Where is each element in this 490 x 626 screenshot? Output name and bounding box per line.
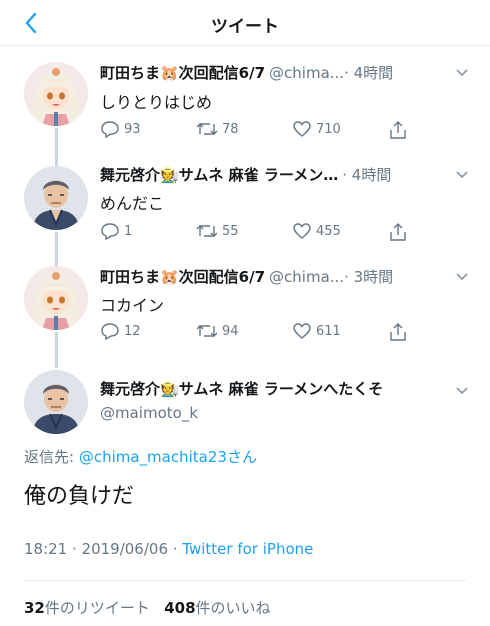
avatar[interactable]: [24, 166, 88, 230]
tweet-header: 町田ちま🐹次回配信6/7 @chima... · 3時間: [100, 266, 450, 287]
display-name[interactable]: 舞元啓介🧑‍🌾サムネ 麻雀 ラーメンへたくそ: [100, 378, 383, 399]
more-menu-button[interactable]: [454, 64, 470, 80]
retweet-icon: [196, 325, 218, 337]
reply-context: 返信先: @chima_machita23さん: [24, 446, 257, 467]
retweet-icon: [196, 225, 218, 237]
tweet-text: しりとりはじめ: [100, 93, 213, 112]
chevron-down-icon: [456, 387, 468, 395]
share-icon: [390, 323, 406, 341]
handle[interactable]: @chima...: [269, 64, 344, 82]
retweet-button[interactable]: 55: [196, 222, 239, 240]
tweet-item[interactable]: 町田ちま🐹次回配信6/7 @chima... · 4時間 しりとりはじめ 93 …: [0, 62, 490, 154]
reply-button[interactable]: 12: [100, 322, 141, 340]
share-icon: [390, 223, 406, 241]
thread-line: [55, 332, 58, 368]
like-stat[interactable]: 408件のいいね: [164, 599, 270, 617]
tweet-header: 舞元啓介🧑‍🌾サムネ 麻雀 ラーメン… · 4時間: [100, 164, 450, 185]
like-count: 710: [316, 121, 341, 137]
heart-icon: [293, 323, 311, 339]
source-link[interactable]: Twitter for iPhone: [182, 540, 313, 558]
like-button[interactable]: 710: [292, 120, 341, 138]
tweet-actions: 1 55 455: [100, 222, 420, 244]
avatar[interactable]: [24, 62, 88, 126]
tweet-stats: 32件のリツイート 408件のいいね: [24, 597, 271, 618]
reply-icon: [101, 323, 119, 340]
thread-line: [55, 152, 58, 166]
tweet-actions: 93 78 710: [100, 120, 420, 142]
timestamp: · 4時間: [342, 166, 392, 184]
retweet-total: 32: [24, 599, 45, 617]
retweet-button[interactable]: 94: [196, 322, 239, 340]
like-button[interactable]: 455: [292, 222, 341, 240]
like-count: 611: [316, 323, 341, 339]
retweet-count: 94: [222, 323, 239, 339]
tweet-header: 町田ちま🐹次回配信6/7 @chima... · 4時間: [100, 62, 450, 83]
retweet-stat[interactable]: 32件のリツイート: [24, 599, 150, 617]
app-header: ツイート: [0, 0, 490, 46]
timestamp: · 4時間: [344, 64, 394, 82]
avatar[interactable]: [24, 266, 88, 330]
reply-count: 1: [124, 223, 133, 239]
chevron-down-icon: [456, 69, 468, 77]
tweet-item[interactable]: 舞元啓介🧑‍🌾サムネ 麻雀 ラーメン… · 4時間 めんだこ 1 55 455: [0, 152, 490, 256]
retweet-icon: [196, 123, 218, 135]
tweet-meta: 18:21 · 2019/06/06 · Twitter for iPhone: [24, 540, 313, 558]
retweet-count: 78: [222, 121, 239, 137]
page-title: ツイート: [211, 17, 279, 37]
more-menu-button[interactable]: [454, 166, 470, 182]
chevron-down-icon: [456, 171, 468, 179]
like-button[interactable]: 611: [292, 322, 341, 340]
retweet-count: 55: [222, 223, 239, 239]
handle[interactable]: @maimoto_k: [100, 404, 198, 422]
chevron-down-icon: [456, 273, 468, 281]
share-icon: [390, 121, 406, 139]
reply-button[interactable]: 93: [100, 120, 141, 138]
like-stat-label: 件のいいね: [195, 599, 271, 617]
reply-icon: [101, 121, 119, 138]
heart-icon: [293, 223, 311, 239]
tweet-item[interactable]: 町田ちま🐹次回配信6/7 @chima... · 3時間 コカイン 12 94 …: [0, 252, 490, 368]
reply-button[interactable]: 1: [100, 222, 132, 240]
more-menu-button[interactable]: [454, 382, 470, 398]
tweet-text: めんだこ: [100, 194, 165, 213]
like-total: 408: [164, 599, 196, 617]
reply-suffix: さん: [226, 448, 257, 466]
more-menu-button[interactable]: [454, 268, 470, 284]
display-name[interactable]: 町田ちま🐹次回配信6/7: [100, 62, 265, 83]
share-button[interactable]: [388, 322, 412, 342]
like-count: 455: [316, 223, 341, 239]
tweet-timestamp: 18:21 · 2019/06/06 ·: [24, 540, 183, 558]
handle[interactable]: @chima...: [269, 268, 344, 286]
thread-line: [55, 128, 58, 154]
retweet-stat-label: 件のリツイート: [44, 599, 150, 617]
tweet-actions: 12 94 611: [100, 322, 420, 344]
display-name[interactable]: 舞元啓介🧑‍🌾サムネ 麻雀 ラーメン…: [100, 164, 338, 185]
main-tweet: 舞元啓介🧑‍🌾サムネ 麻雀 ラーメンへたくそ @maimoto_k: [0, 370, 490, 438]
reply-mention-link[interactable]: @chima_machita23: [79, 448, 227, 466]
retweet-button[interactable]: 78: [196, 120, 239, 138]
display-name[interactable]: 町田ちま🐹次回配信6/7: [100, 266, 265, 287]
share-button[interactable]: [388, 120, 412, 140]
reply-prefix: 返信先:: [24, 448, 79, 466]
main-tweet-text: 俺の負けだ: [24, 484, 135, 509]
avatar[interactable]: [24, 370, 88, 434]
share-button[interactable]: [388, 222, 412, 242]
reply-count: 12: [124, 323, 141, 339]
heart-icon: [293, 121, 311, 137]
tweet-text: コカイン: [100, 296, 165, 315]
reply-count: 93: [124, 121, 141, 137]
thread-line: [55, 252, 58, 266]
timestamp: · 3時間: [344, 268, 394, 286]
divider: [24, 580, 466, 581]
reply-icon: [101, 223, 119, 240]
tweet-header: 舞元啓介🧑‍🌾サムネ 麻雀 ラーメンへたくそ: [100, 378, 450, 399]
